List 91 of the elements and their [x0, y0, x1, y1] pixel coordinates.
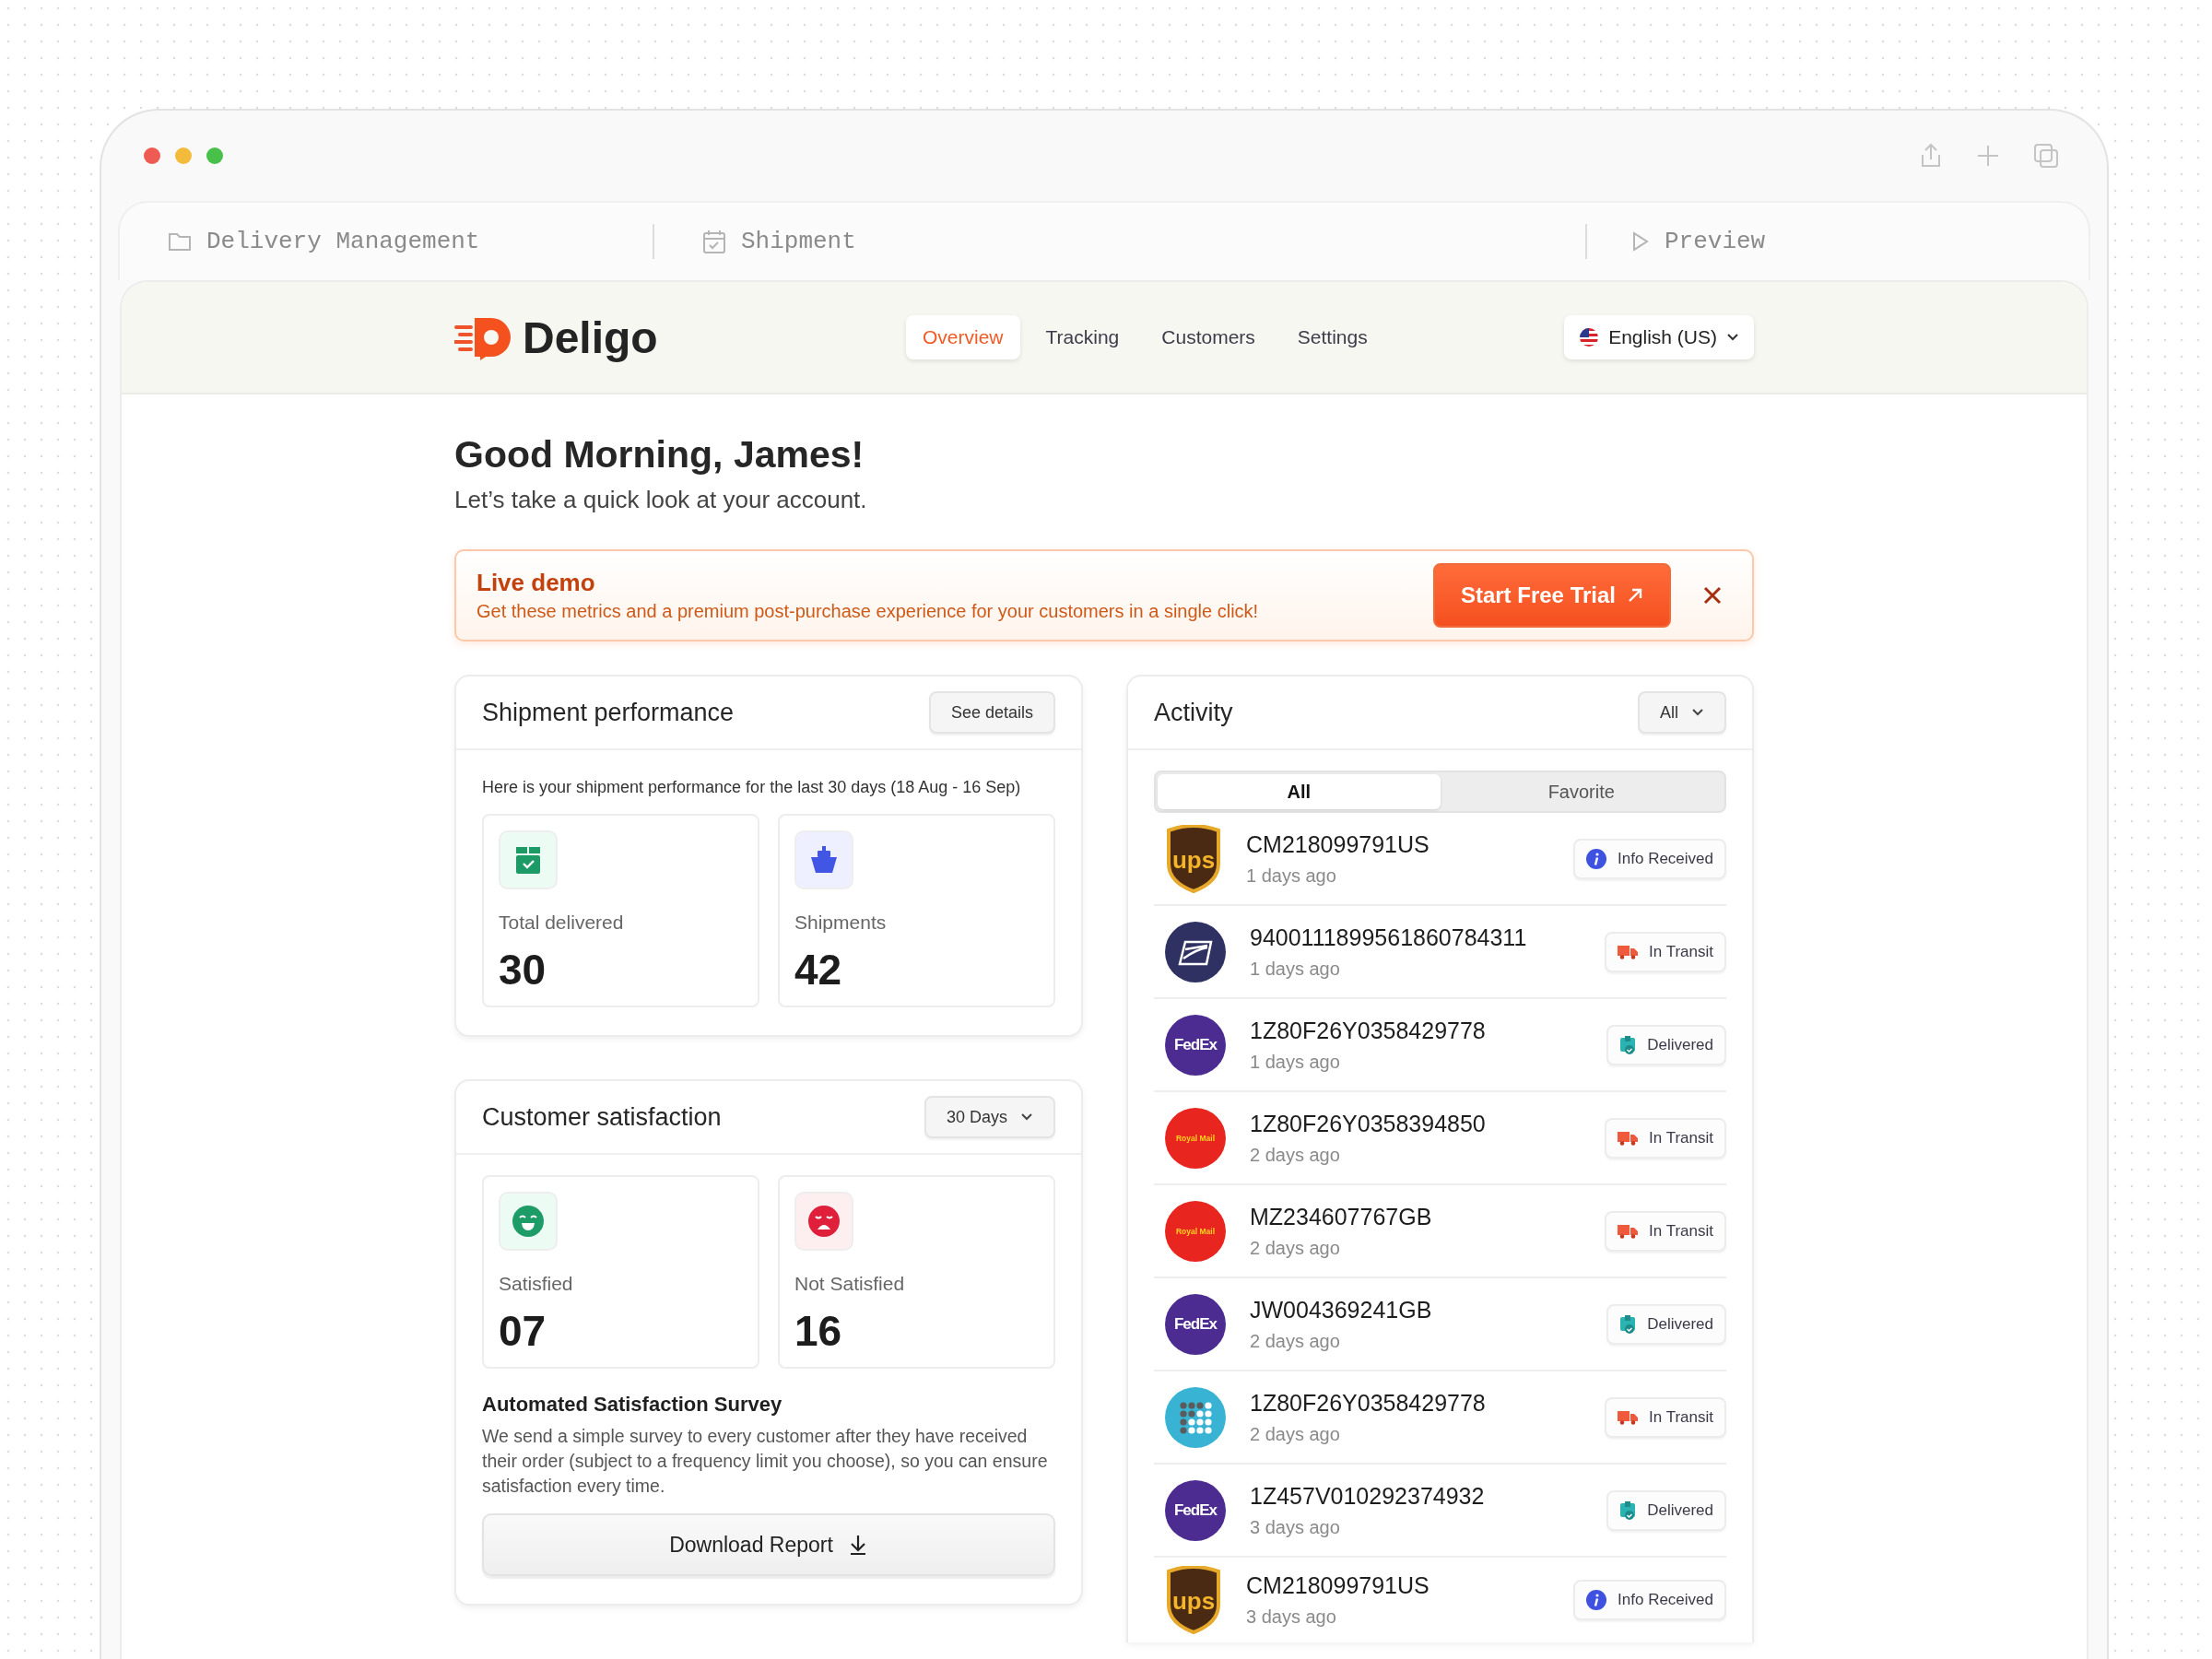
shield-logo: ups — [1165, 1566, 1222, 1634]
package-check-icon — [1619, 1500, 1637, 1521]
status-badge: Info Received — [1573, 838, 1726, 879]
tracking-number: 1Z80F26Y0358429778 — [1250, 1017, 1487, 1044]
truck-icon — [1618, 1409, 1639, 1425]
info-icon — [1586, 1590, 1607, 1610]
play-icon — [1631, 230, 1650, 253]
survey-text: We send a simple survey to every customer after they have received their order (subject to a frequency limit you choose), so you can ensure satisfaction every time. — [482, 1425, 1049, 1498]
status-badge: In Transit — [1605, 931, 1726, 972]
close-button[interactable] — [144, 147, 160, 164]
range-dropdown[interactable]: 30 Days — [924, 1096, 1055, 1138]
truck-icon — [1618, 944, 1639, 959]
truck-icon — [1618, 1130, 1639, 1146]
stat-value: 42 — [794, 945, 843, 994]
status-badge: Delivered — [1606, 1303, 1726, 1345]
segment-tab[interactable]: Favorite — [1440, 774, 1723, 809]
carrier-logo: Royal Mail — [1165, 1200, 1226, 1262]
stat-label: Satisfied — [499, 1273, 574, 1295]
carrier-logo: FedEx — [1165, 1014, 1226, 1076]
nav-tab[interactable]: Customers — [1145, 315, 1272, 359]
truck-icon — [1618, 1223, 1639, 1239]
stat-value: 30 — [499, 945, 547, 994]
status-badge: Info Received — [1573, 1580, 1726, 1620]
greeting-subtitle: Let’s take a quick look at your account. — [454, 486, 868, 514]
sad-face-icon — [807, 1205, 841, 1238]
calendar-check-icon — [702, 229, 726, 254]
language-select[interactable]: English (US) — [1564, 315, 1754, 359]
tracking-number: 1Z80F26Y0358394850 — [1250, 1110, 1487, 1137]
info-icon — [1586, 848, 1607, 869]
chevron-down-icon — [1726, 333, 1739, 342]
card-title: Activity — [1154, 698, 1233, 727]
status-badge: Delivered — [1606, 1489, 1726, 1531]
arrow-up-right-icon — [1627, 587, 1643, 604]
filter-dropdown[interactable]: All — [1638, 691, 1726, 734]
happy-face-icon — [512, 1205, 545, 1238]
time-ago: 2 days ago — [1250, 1144, 1341, 1166]
chevron-down-icon — [1020, 1112, 1033, 1122]
stat-value: 07 — [499, 1306, 547, 1356]
status-badge: In Transit — [1605, 1210, 1726, 1252]
tracking-number: MZ234607767GB — [1250, 1203, 1433, 1230]
plus-icon[interactable] — [1976, 144, 2000, 168]
share-icon[interactable] — [1919, 143, 1943, 169]
time-ago: 2 days ago — [1250, 1330, 1341, 1352]
stat-value: 16 — [794, 1306, 843, 1356]
package-check-icon — [513, 845, 543, 875]
chevron-down-icon — [1691, 708, 1704, 717]
stat-label: Total delivered — [499, 912, 625, 934]
time-ago: 1 days ago — [1246, 865, 1337, 887]
nav-tab[interactable]: Tracking — [1029, 315, 1136, 359]
package-check-icon — [1619, 1313, 1637, 1335]
status-badge: In Transit — [1605, 1396, 1726, 1438]
carrier-logo: Royal Mail — [1165, 1107, 1226, 1169]
carrier-logo: FedEx — [1165, 1479, 1226, 1541]
performance-description: Here is your shipment performance for the last 30 days (18 Aug - 16 Sep) — [482, 778, 1022, 797]
tracking-number: CM218099791US — [1246, 830, 1430, 858]
card-title: Shipment performance — [482, 698, 735, 727]
nav-tab[interactable]: Settings — [1280, 315, 1384, 359]
time-ago: 2 days ago — [1250, 1423, 1341, 1445]
ship-icon — [809, 845, 839, 875]
time-ago: 1 days ago — [1250, 958, 1341, 980]
time-ago: 3 days ago — [1246, 1606, 1337, 1628]
zoom-button[interactable] — [206, 147, 223, 164]
time-ago: 2 days ago — [1250, 1237, 1341, 1259]
segment-tab[interactable]: All — [1158, 774, 1441, 809]
status-badge: Delivered — [1606, 1024, 1726, 1065]
tracking-number: JW004369241GB — [1250, 1296, 1433, 1324]
stat-label: Shipments — [794, 912, 888, 934]
card-title: Customer satisfaction — [482, 1102, 722, 1132]
banner-title: Live demo — [477, 569, 596, 597]
folder-icon — [168, 231, 192, 252]
see-details-button[interactable]: See details — [928, 691, 1055, 734]
tracking-number: CM218099791US — [1246, 1572, 1430, 1599]
tracking-number: 9400111899561860784311 — [1250, 924, 1528, 951]
banner-text: Get these metrics and a premium post-purchase experience for your customers in a single click! — [477, 601, 1260, 622]
tracking-number: 1Z80F26Y0358429778 — [1250, 1389, 1487, 1417]
shield-logo: ups — [1165, 824, 1222, 893]
time-ago: 1 days ago — [1250, 1051, 1341, 1073]
copy-icon[interactable] — [2033, 143, 2059, 169]
brand-name: Deligo — [523, 312, 658, 363]
tracking-number: 1Z457V010292374932 — [1250, 1482, 1486, 1510]
us-flag-icon — [1579, 327, 1600, 347]
close-icon[interactable] — [1702, 585, 1723, 606]
package-check-icon — [1619, 1034, 1637, 1055]
time-ago: 3 days ago — [1250, 1516, 1341, 1538]
minimize-button[interactable] — [175, 147, 192, 164]
greeting-title: Good Morning, James! — [454, 433, 865, 477]
survey-title: Automated Satisfaction Survey — [482, 1393, 783, 1417]
status-badge: In Transit — [1605, 1117, 1726, 1159]
stat-label: Not Satisfied — [794, 1273, 906, 1295]
carrier-logo: FedEx — [1165, 1293, 1226, 1355]
download-report-button[interactable]: Download Report — [482, 1513, 1055, 1576]
